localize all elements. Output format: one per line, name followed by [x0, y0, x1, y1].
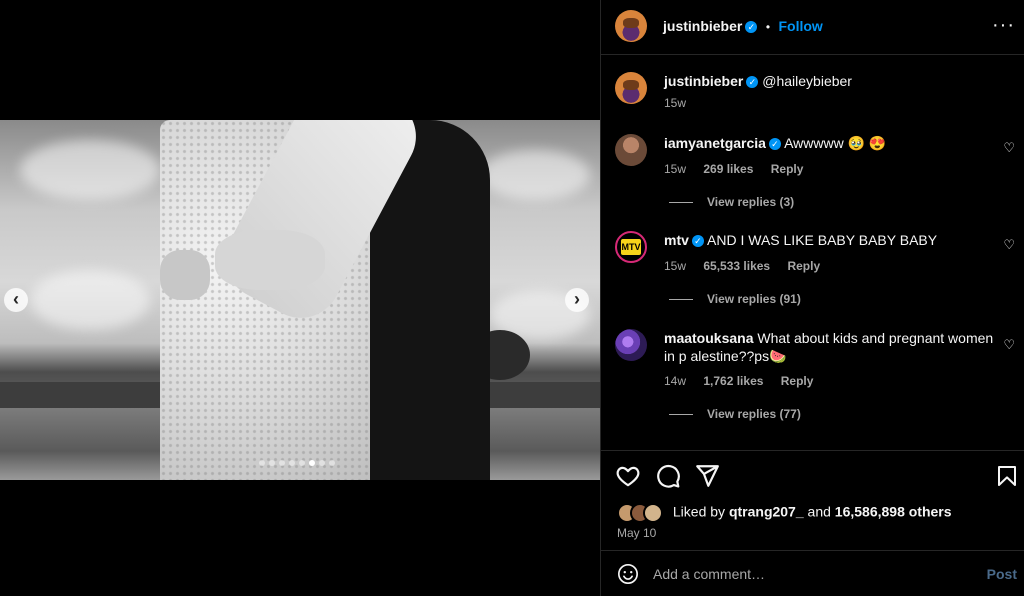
reply-button[interactable]: Reply [771, 162, 804, 176]
caption-time[interactable]: 15w [664, 96, 686, 110]
follow-button[interactable]: Follow [778, 18, 822, 34]
author-avatar[interactable] [615, 10, 647, 42]
post-header: justinbieber ✓ • Follow ··· [601, 0, 1024, 55]
slide-dot [309, 460, 315, 466]
author-username[interactable]: justinbieber [663, 18, 742, 34]
bookmark-icon[interactable] [995, 463, 1019, 489]
post-side-panel: justinbieber ✓ • Follow ··· justinbieber ✓… [600, 0, 1024, 596]
next-slide-button[interactable]: › [565, 288, 589, 312]
comment-text: AND I WAS LIKE BABY BABY BABY [707, 232, 938, 248]
slide-indicator [259, 460, 335, 466]
slide-dot [259, 460, 265, 466]
commenter-username[interactable]: mtv [664, 232, 689, 248]
slide-dot [269, 460, 275, 466]
slide-dot [329, 460, 335, 466]
commenter-username[interactable]: iamyanetgarcia [664, 135, 766, 151]
comment-like-heart-icon[interactable]: ♡ [1003, 140, 1015, 156]
reply-button[interactable]: Reply [787, 259, 820, 273]
verified-icon: ✓ [746, 76, 759, 88]
commenter-avatar[interactable] [615, 134, 647, 166]
separator-dot: • [765, 20, 771, 34]
comment-text: Awwwww 🥹 😍 [784, 135, 887, 151]
comment-item: MTV mtv ✓ AND I WAS LIKE BABY BABY BABY ♡… [615, 231, 1015, 321]
heart-icon[interactable] [615, 463, 641, 489]
comment-time[interactable]: 15w [664, 259, 686, 273]
prev-slide-button[interactable]: ‹ [4, 288, 28, 312]
comment-time[interactable]: 15w [664, 162, 686, 176]
caption-author-avatar[interactable] [615, 72, 647, 104]
slide-dot [289, 460, 295, 466]
verified-icon: ✓ [691, 235, 704, 247]
comment-likes[interactable]: 65,533 likes [703, 259, 770, 273]
commenter-avatar[interactable] [615, 329, 647, 361]
more-icon[interactable]: ··· [992, 14, 1015, 37]
liked-by-user[interactable]: qtrang207_ [729, 504, 804, 520]
add-comment-input[interactable]: Add a comment… [653, 566, 765, 582]
reply-button[interactable]: Reply [781, 374, 814, 388]
slide-dot [279, 460, 285, 466]
liked-by-and: and [807, 503, 831, 520]
comment-likes[interactable]: 269 likes [703, 162, 753, 176]
liked-by: Liked by qtrang207_ and 16,586,898 other… [617, 503, 952, 523]
post-photo [0, 120, 600, 480]
mtv-logo: MTV [621, 239, 641, 255]
emoji-icon[interactable] [617, 563, 639, 585]
slide-dot [299, 460, 305, 466]
caption-mention[interactable]: @haileybieber [762, 73, 852, 89]
comment-item: iamyanetgarcia ✓ Awwwww 🥹 😍 ♡ 15w 269 lik… [615, 134, 1015, 224]
comment-likes[interactable]: 1,762 likes [703, 374, 763, 388]
post-comment-button[interactable]: Post [987, 566, 1017, 582]
add-comment-bar: Add a comment… Post [601, 550, 1024, 596]
comment-time[interactable]: 14w [664, 374, 686, 388]
verified-icon: ✓ [745, 21, 758, 33]
commenter-avatar[interactable]: MTV [615, 231, 647, 263]
post-date[interactable]: May 10 [617, 526, 656, 540]
liked-by-prefix: Liked by [672, 503, 726, 520]
comment-like-heart-icon[interactable]: ♡ [1003, 237, 1015, 253]
caption-author-username[interactable]: justinbieber [664, 73, 743, 89]
liked-by-others[interactable]: 16,586,898 others [835, 504, 952, 520]
liker-avatar [643, 503, 663, 523]
view-replies-button[interactable]: View replies (91) [669, 292, 801, 306]
comment-icon[interactable] [655, 463, 681, 489]
slide-dot [319, 460, 325, 466]
commenter-username[interactable]: maatouksana [664, 330, 753, 346]
comment-item: maatouksana What about kids and pregnant… [615, 329, 1015, 439]
post-media: ‹ › [0, 0, 600, 596]
view-replies-button[interactable]: View replies (3) [669, 195, 794, 209]
post-actions: Liked by qtrang207_ and 16,586,898 other… [601, 450, 1024, 550]
comment-like-heart-icon[interactable]: ♡ [1003, 337, 1015, 353]
post-caption: justinbieber ✓ @haileybieber 15w [615, 72, 1015, 117]
view-replies-button[interactable]: View replies (77) [669, 407, 801, 421]
verified-icon: ✓ [768, 138, 781, 150]
share-icon[interactable] [694, 463, 720, 489]
